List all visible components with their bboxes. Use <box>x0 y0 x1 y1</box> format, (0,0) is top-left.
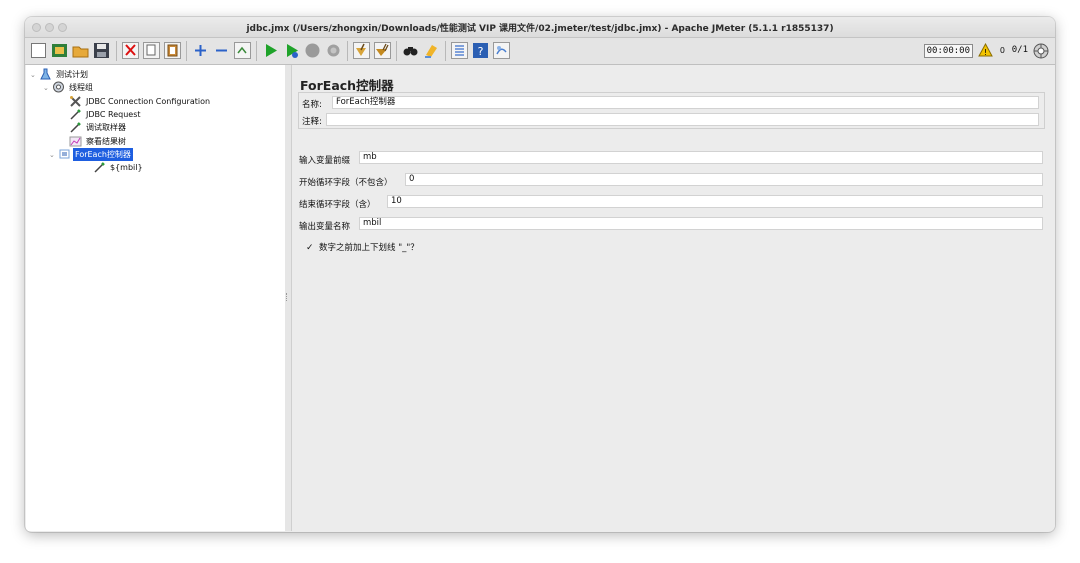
warning-count: 0 <box>999 46 1005 55</box>
log-icon[interactable] <box>493 42 510 59</box>
expand-toggle-icon[interactable]: ⌄ <box>49 149 58 162</box>
sampler-icon <box>93 161 106 173</box>
foreach-controller-icon <box>58 148 71 160</box>
name-field[interactable]: ForEach控制器 <box>332 96 1039 109</box>
end-index-label: 结束循环字段（含） <box>299 200 376 210</box>
expand-toggle-icon[interactable]: ⌄ <box>43 82 52 95</box>
open-folder-icon[interactable] <box>72 42 89 59</box>
window-title: jdbc.jmx (/Users/zhongxin/Downloads/性能测试… <box>246 24 834 34</box>
play-nopause-icon[interactable] <box>283 42 300 59</box>
play-icon[interactable] <box>262 42 279 59</box>
toolbar: ? 00:00:00 ! 0 0/1 <box>25 38 1055 65</box>
toggle-icon[interactable] <box>234 42 251 59</box>
active-threads: 0/1 <box>1011 45 1028 55</box>
broom-icon[interactable] <box>353 42 370 59</box>
config-element-icon <box>69 95 82 107</box>
start-index-label: 开始循环字段（不包含） <box>299 178 393 188</box>
test-plan-tree[interactable]: ⌄ 测试计划 ⌄ 线程组 JDBC Connection Configuration… <box>26 65 286 531</box>
binoculars-icon[interactable] <box>402 42 419 59</box>
underscore-label: 数字之前加上下划线 "_"？ <box>319 243 419 253</box>
thread-group-icon <box>52 81 65 93</box>
name-label: 名称: <box>302 100 322 110</box>
broom-all-icon[interactable] <box>374 42 391 59</box>
svg-text:!: ! <box>984 48 987 57</box>
tree-item-foreach-controller[interactable]: ⌄ ForEach控制器 <box>49 148 133 161</box>
tree-item-mbil-sampler[interactable]: ${mbil} <box>84 161 145 174</box>
stop-icon[interactable] <box>304 42 321 59</box>
list-icon[interactable] <box>451 42 468 59</box>
reset-search-icon[interactable] <box>423 42 440 59</box>
input-prefix-field[interactable]: mb <box>359 151 1043 164</box>
comment-label: 注释: <box>302 117 322 127</box>
tree-item-debug-sampler[interactable]: 调试取样器 <box>60 121 128 134</box>
underscore-checkbox[interactable]: ✓ 数字之前加上下划线 "_"？ <box>306 241 419 253</box>
elapsed-timer: 00:00:00 <box>923 44 973 58</box>
sampler-icon <box>69 121 82 133</box>
save-icon[interactable] <box>93 42 110 59</box>
name-comment-group: 名称: ForEach控制器 注释: <box>298 92 1045 129</box>
output-var-field[interactable]: mbil <box>359 217 1043 230</box>
title-bar: jdbc.jmx (/Users/zhongxin/Downloads/性能测试… <box>25 17 1055 38</box>
listener-icon <box>69 135 82 147</box>
test-plan-icon <box>39 68 52 80</box>
help-icon[interactable]: ? <box>472 42 489 59</box>
paste-icon[interactable] <box>164 42 181 59</box>
warning-icon[interactable]: ! <box>978 42 993 57</box>
remote-status-icon[interactable] <box>1033 43 1049 59</box>
minus-icon[interactable] <box>213 42 230 59</box>
app-window: jdbc.jmx (/Users/zhongxin/Downloads/性能测试… <box>25 17 1055 532</box>
tree-item-jdbc-connection[interactable]: JDBC Connection Configuration <box>60 95 212 108</box>
svg-text:?: ? <box>478 45 484 58</box>
foreach-controller-panel: ForEach控制器 名称: ForEach控制器 注释: 输入变量前缀 mb … <box>292 65 1055 531</box>
templates-icon[interactable] <box>51 42 68 59</box>
end-index-field[interactable]: 10 <box>387 195 1043 208</box>
panel-splitter[interactable] <box>285 65 292 531</box>
comment-field[interactable] <box>326 113 1039 126</box>
cut-icon[interactable] <box>122 42 139 59</box>
input-prefix-label: 输入变量前缀 <box>299 156 351 166</box>
expand-toggle-icon[interactable]: ⌄ <box>30 69 39 82</box>
start-index-field[interactable]: 0 <box>405 173 1043 186</box>
copy-icon[interactable] <box>143 42 160 59</box>
checkmark-icon: ✓ <box>306 243 314 253</box>
sampler-icon <box>69 108 82 120</box>
tree-item-jdbc-request[interactable]: JDBC Request <box>60 108 143 121</box>
tree-item-test-plan[interactable]: ⌄ 测试计划 <box>30 68 90 81</box>
tree-item-thread-group[interactable]: ⌄ 线程组 <box>43 81 95 94</box>
tree-item-results-tree[interactable]: 察看结果树 <box>60 135 128 148</box>
output-var-label: 输出变量名称 <box>299 222 351 232</box>
plus-icon[interactable] <box>192 42 209 59</box>
new-icon[interactable] <box>30 42 47 59</box>
shutdown-icon[interactable] <box>325 42 342 59</box>
